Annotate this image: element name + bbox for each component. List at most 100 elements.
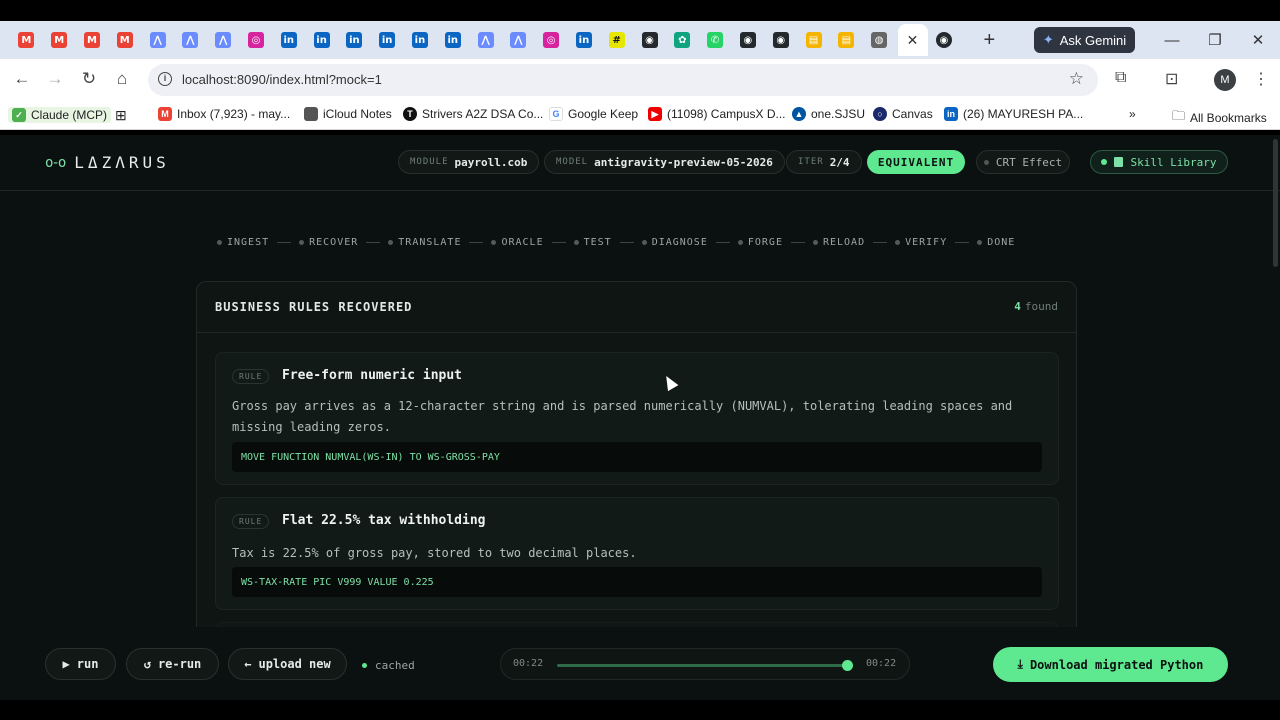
restore-button[interactable]: ❐ <box>1193 21 1237 59</box>
back-arrow-icon[interactable]: ← <box>11 69 33 89</box>
browser-tab[interactable]: ⋀ <box>469 24 502 56</box>
screen-search-icon[interactable]: ⊡ <box>1165 69 1178 89</box>
browser-tab[interactable]: in <box>272 24 305 56</box>
bookmark-inbox[interactable]: M Inbox (7,923) - may... <box>158 107 290 121</box>
arc-icon: ⋀ <box>182 32 199 48</box>
browser-tab[interactable]: in <box>436 24 469 56</box>
bookmark-label: Inbox (7,923) - may... <box>177 107 291 121</box>
browser-tab[interactable]: in <box>305 24 338 56</box>
bookmark-google-keep[interactable]: G Google Keep <box>549 107 638 121</box>
browser-tab[interactable]: ◍ <box>863 24 896 56</box>
address-bar[interactable]: i localhost:8090/index.html?mock=1 ☆ <box>148 64 1098 96</box>
browser-menu-icon[interactable]: ⋮ <box>1253 69 1269 89</box>
browser-tab[interactable]: ✿ <box>666 24 699 56</box>
new-tab-button[interactable]: + <box>974 29 1004 52</box>
step-dot-icon <box>573 240 579 245</box>
all-bookmarks-folder[interactable]: 🗀 All Bookmarks <box>1172 107 1267 129</box>
forward-arrow-icon[interactable]: → <box>44 69 66 89</box>
bookmark-claude[interactable]: ✓ Claude (MCP) <box>8 107 112 123</box>
module-key: MODULE <box>410 157 449 167</box>
browser-tab[interactable]: M <box>76 24 109 56</box>
upload-new-button[interactable]: ← upload new <box>228 648 347 680</box>
gmail-icon: M <box>51 32 68 48</box>
bookmark-one-sjsu[interactable]: ▲ one.SJSU <box>792 107 865 121</box>
browser-tab[interactable]: ▤ <box>797 24 830 56</box>
bookmark-star-icon[interactable]: ☆ <box>1069 69 1084 89</box>
browser-tab[interactable]: ✆ <box>699 24 732 56</box>
browser-tab[interactable]: M <box>10 24 43 56</box>
linkedin-icon: in <box>313 32 330 48</box>
download-python-button[interactable]: ⤓ Download migrated Python <box>993 647 1228 682</box>
tab-github[interactable]: ◉ <box>928 24 961 56</box>
arc-icon: ⋀ <box>477 32 494 48</box>
pipeline-steps: INGEST RECOVER TRANSLATE ORACLE TEST DIAGNOSE… <box>217 237 1015 248</box>
ask-gemini-button[interactable]: ✦ Ask Gemini <box>1034 27 1135 53</box>
rerun-button[interactable]: ↺ re-run <box>126 648 219 680</box>
lazarus-app: o-o LΔZΛRUS MODULE payroll.cob MODEL ant… <box>0 135 1280 700</box>
browser-tab[interactable]: ◉ <box>764 24 797 56</box>
gemini-spark-icon: ✦ <box>1042 32 1054 47</box>
gmail-icon: M <box>158 107 172 121</box>
rule-tag: RULE <box>232 369 270 384</box>
progress-track[interactable] <box>557 660 853 671</box>
pipeline-step: ORACLE <box>491 237 543 248</box>
bookmark-campusx[interactable]: ▶ (11098) CampusX D... <box>648 107 786 121</box>
module-value: payroll.cob <box>454 155 528 169</box>
browser-tab[interactable]: ⋀ <box>174 24 207 56</box>
close-window-button[interactable]: ✕ <box>1236 21 1280 59</box>
all-bookmarks-label: All Bookmarks <box>1190 111 1267 125</box>
page-scrollbar[interactable] <box>1273 139 1278 267</box>
step-dot-icon <box>977 240 983 245</box>
bookmark-icloud-notes[interactable]: iCloud Notes <box>304 107 392 121</box>
stack-icon: ◎ <box>543 32 560 48</box>
site-info-icon[interactable]: i <box>158 72 172 86</box>
minimize-button[interactable]: — <box>1150 21 1194 59</box>
browser-tab[interactable]: in <box>338 24 371 56</box>
model-pill: MODEL antigravity-preview-05-2026 <box>544 150 785 174</box>
browser-tab[interactable]: ⋀ <box>207 24 240 56</box>
browser-tab[interactable]: ⋀ <box>502 24 535 56</box>
step-label: TEST <box>583 237 612 248</box>
bookmark-linkedin[interactable]: in (26) MAYURESH PA... <box>944 107 1083 121</box>
skill-library-button[interactable]: Skill Library <box>1090 150 1228 174</box>
pipeline-step: DONE <box>977 237 1015 248</box>
browser-tab[interactable]: M <box>43 24 76 56</box>
browser-tab[interactable]: ◉ <box>633 24 666 56</box>
arc-icon: ⋀ <box>510 32 527 48</box>
iter-value: 2/4 <box>829 155 850 169</box>
progress-knob[interactable] <box>842 660 853 671</box>
pipeline-step: TRANSLATE <box>388 237 461 248</box>
time-end: 00:22 <box>866 658 897 669</box>
browser-tab[interactable]: # <box>600 24 633 56</box>
browser-tab[interactable]: ⋀ <box>141 24 174 56</box>
pipeline-step: RECOVER <box>299 237 358 248</box>
browser-tab[interactable]: in <box>371 24 404 56</box>
browser-tab[interactable]: ◎ <box>240 24 273 56</box>
more-bookmarks-chevron-icon[interactable]: » <box>1129 107 1136 121</box>
close-tab-icon[interactable]: ✕ <box>907 32 919 49</box>
crt-label: CRT Effect <box>995 155 1063 169</box>
step-label: VERIFY <box>905 237 948 248</box>
extensions-icon[interactable]: ⧉ <box>1115 69 1126 87</box>
apps-grid-icon[interactable]: ⊞ <box>115 107 127 124</box>
folder-icon: 🗀 <box>1172 108 1186 123</box>
browser-tab[interactable]: ◉ <box>732 24 765 56</box>
active-tab[interactable]: ✕ <box>897 24 928 56</box>
browser-tab[interactable]: in <box>568 24 601 56</box>
linkedin-icon: in <box>346 32 363 48</box>
iter-pill: ITER 2/4 <box>786 150 862 174</box>
bookmark-strivers[interactable]: T Strivers A2Z DSA Co... <box>403 107 543 121</box>
browser-tab[interactable]: in <box>404 24 437 56</box>
reload-icon[interactable]: ↻ <box>78 69 100 89</box>
url-text[interactable]: localhost:8090/index.html?mock=1 <box>182 72 382 87</box>
rule-title: Free-form numeric input <box>282 368 463 383</box>
crt-effect-toggle[interactable]: CRT Effect <box>976 150 1070 174</box>
browser-tab[interactable]: M <box>108 24 141 56</box>
run-button[interactable]: ▶ run <box>45 648 116 680</box>
bookmark-canvas[interactable]: ○ Canvas <box>873 107 933 121</box>
step-dot-icon <box>812 240 818 245</box>
home-icon[interactable]: ⌂ <box>111 69 133 89</box>
browser-tab[interactable]: ◎ <box>535 24 568 56</box>
browser-tab[interactable]: ▤ <box>830 24 863 56</box>
profile-avatar[interactable]: M <box>1214 69 1236 91</box>
